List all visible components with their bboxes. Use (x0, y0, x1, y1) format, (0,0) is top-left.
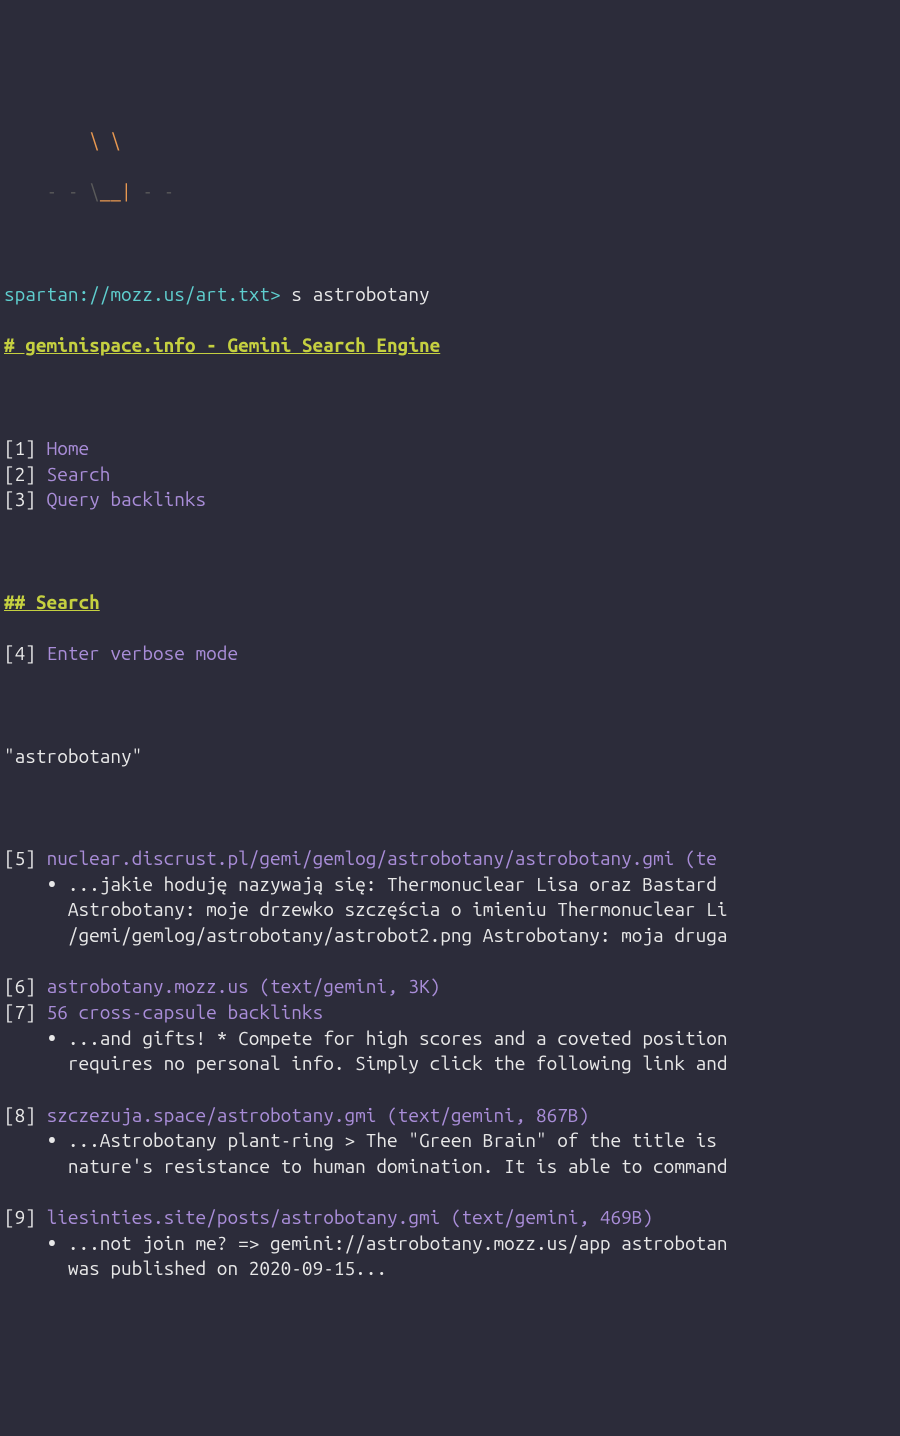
blank-line (4, 385, 900, 411)
nav-links: [1] Home[2] Search[3] Query backlinks (4, 436, 900, 513)
search-heading: ## Search (4, 590, 900, 616)
result-url: astrobotany.mozz.us (text/gemini, 3K) (47, 975, 441, 997)
blank-line (4, 231, 900, 257)
terminal-output: \ \ - - \__| - - spartan://mozz.us/art.t… (0, 103, 900, 1308)
result-url: szczezuja.space/astrobotany.gmi (text/ge… (47, 1104, 590, 1126)
result-url: nuclear.discrust.pl/gemi/gemlog/astrobot… (47, 847, 717, 869)
nav-label: Home (47, 437, 90, 459)
nav-item-3[interactable]: [3] Query backlinks (4, 487, 900, 513)
blank-line (4, 949, 900, 975)
result-snippet: was published on 2020-09-15... (4, 1256, 900, 1282)
result-snippet: requires no personal info. Simply click … (4, 1051, 900, 1077)
result-snippet: /gemi/gemlog/astrobotany/astrobot2.png A… (4, 923, 900, 949)
result-snippet: • ...and gifts! * Compete for high score… (4, 1026, 900, 1052)
result-snippet: • ...not join me? => gemini://astrobotan… (4, 1231, 900, 1257)
search-results: [5] nuclear.discrust.pl/gemi/gemlog/astr… (4, 846, 900, 1282)
prompt-command: s astrobotany (281, 283, 430, 305)
nav-item-1[interactable]: [1] Home (4, 436, 900, 462)
result-url: 56 cross-capsule backlinks (47, 1001, 324, 1023)
result-link-9[interactable]: [9] liesinties.site/posts/astrobotany.gm… (4, 1205, 900, 1231)
blank-line (4, 538, 900, 564)
blank-line (4, 1179, 900, 1205)
result-link-8[interactable]: [8] szczezuja.space/astrobotany.gmi (tex… (4, 1103, 900, 1129)
prompt-url: spartan://mozz.us/art.txt> (4, 283, 281, 305)
page-heading: # geminispace.info - Gemini Search Engin… (4, 333, 900, 359)
blank-line (4, 692, 900, 718)
result-snippet: Astrobotany: moje drzewko szczęścia o im… (4, 897, 900, 923)
nav-item-2[interactable]: [2] Search (4, 462, 900, 488)
result-snippet: • ...Astrobotany plant-ring > The "Green… (4, 1128, 900, 1154)
result-link-5[interactable]: [5] nuclear.discrust.pl/gemi/gemlog/astr… (4, 846, 900, 872)
blank-line (4, 1077, 900, 1103)
result-snippet: • ...jakie hoduję nazywają się: Thermonu… (4, 872, 900, 898)
nav-label: Query backlinks (47, 488, 207, 510)
result-link-6[interactable]: [6] astrobotany.mozz.us (text/gemini, 3K… (4, 974, 900, 1000)
result-link-7[interactable]: [7] 56 cross-capsule backlinks (4, 1000, 900, 1026)
nav-item-4[interactable]: [4] Enter verbose mode (4, 641, 900, 667)
ascii-art-line1: \ \ (4, 128, 900, 154)
prompt-line[interactable]: spartan://mozz.us/art.txt> s astrobotany (4, 282, 900, 308)
nav-label: Search (47, 463, 111, 485)
search-query: "astrobotany" (4, 744, 900, 770)
blank-line (4, 795, 900, 821)
ascii-art-line2: - - \__| - - (4, 179, 900, 205)
result-snippet: nature's resistance to human domination.… (4, 1154, 900, 1180)
result-url: liesinties.site/posts/astrobotany.gmi (t… (47, 1206, 653, 1228)
